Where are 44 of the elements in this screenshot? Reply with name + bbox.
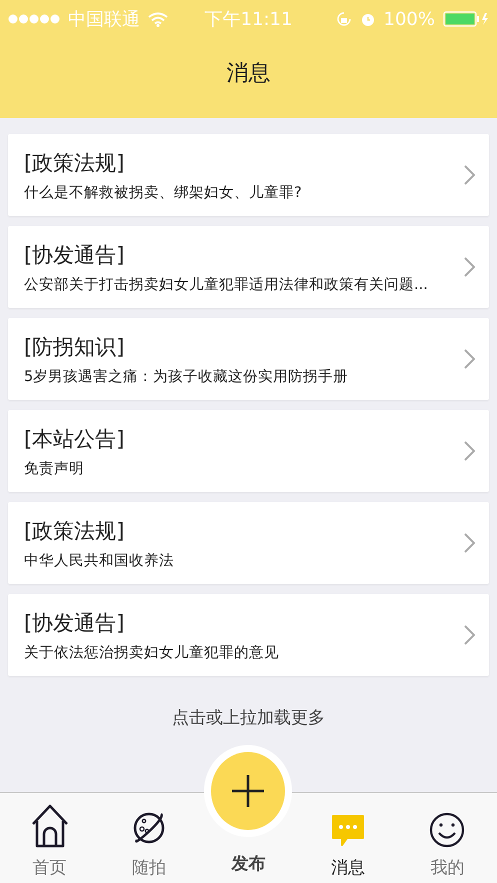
message-summary: 公安部关于打击拐卖妇女儿童犯罪适用法律和政策有关问题... [24,276,429,294]
plus-icon [232,775,264,807]
tab-item[interactable]: 消息 [298,793,398,883]
alarm-icon [360,11,376,27]
carrier-name: 中国联通 [68,8,140,31]
chevron-right-icon [464,165,475,185]
message-category: [协发通告] [24,242,126,268]
message-summary: 关于依法惩治拐卖妇女儿童犯罪的意见 [24,644,280,662]
battery-percent: 100% [384,8,435,30]
tab-item[interactable]: 我的 [398,793,497,883]
chevron-right-icon [464,349,475,369]
message-summary: 免责声明 [24,460,85,478]
message-card[interactable]: [协发通告] 公安部关于打击拐卖妇女儿童犯罪适用法律和政策有关问题... [8,226,489,308]
message-card[interactable]: [本站公告] 免责声明 [8,410,489,492]
home-icon [30,804,69,848]
chevron-right-icon [464,257,475,277]
chevron-right-icon [464,533,475,553]
publish-button[interactable] [211,752,286,830]
message-summary: 5岁男孩遇害之痛：为孩子收藏这份实用防拐手册 [24,368,350,386]
rotation-lock-icon [336,11,352,27]
message-category: [政策法规] [24,150,126,176]
signal-icon [8,14,60,24]
message-card[interactable]: [防拐知识] 5岁男孩遇害之痛：为孩子收藏这份实用防拐手册 [8,318,489,400]
battery-icon [443,11,489,27]
load-more-text[interactable]: 点击或上拉加载更多 [172,706,325,730]
message-category: [本站公告] [24,426,126,452]
page-title: 消息 [226,60,270,88]
chat-icon [330,814,365,848]
chevron-right-icon [464,441,475,461]
tab-label[interactable]: 发布 [231,852,266,875]
message-summary: 什么是不解救被拐卖、绑架妇女、儿童罪? [24,184,303,202]
status-time: 下午11:11 [204,8,292,31]
message-summary: 中华人民共和国收养法 [24,552,175,570]
chevron-right-icon [464,625,475,645]
tab-item[interactable]: 随拍 [99,793,199,883]
message-card[interactable]: [政策法规] 什么是不解救被拐卖、绑架妇女、儿童罪? [8,134,489,216]
message-card[interactable]: [政策法规] 中华人民共和国收养法 [8,502,489,584]
wifi-icon [148,12,168,26]
message-category: [协发通告] [24,610,126,636]
message-category: [防拐知识] [24,334,126,360]
tab-item[interactable]: 首页 [0,793,100,883]
smiley-icon [429,812,466,848]
message-card[interactable]: [协发通告] 关于依法惩治拐卖妇女儿童犯罪的意见 [8,594,489,676]
message-category: [政策法规] [24,518,126,544]
